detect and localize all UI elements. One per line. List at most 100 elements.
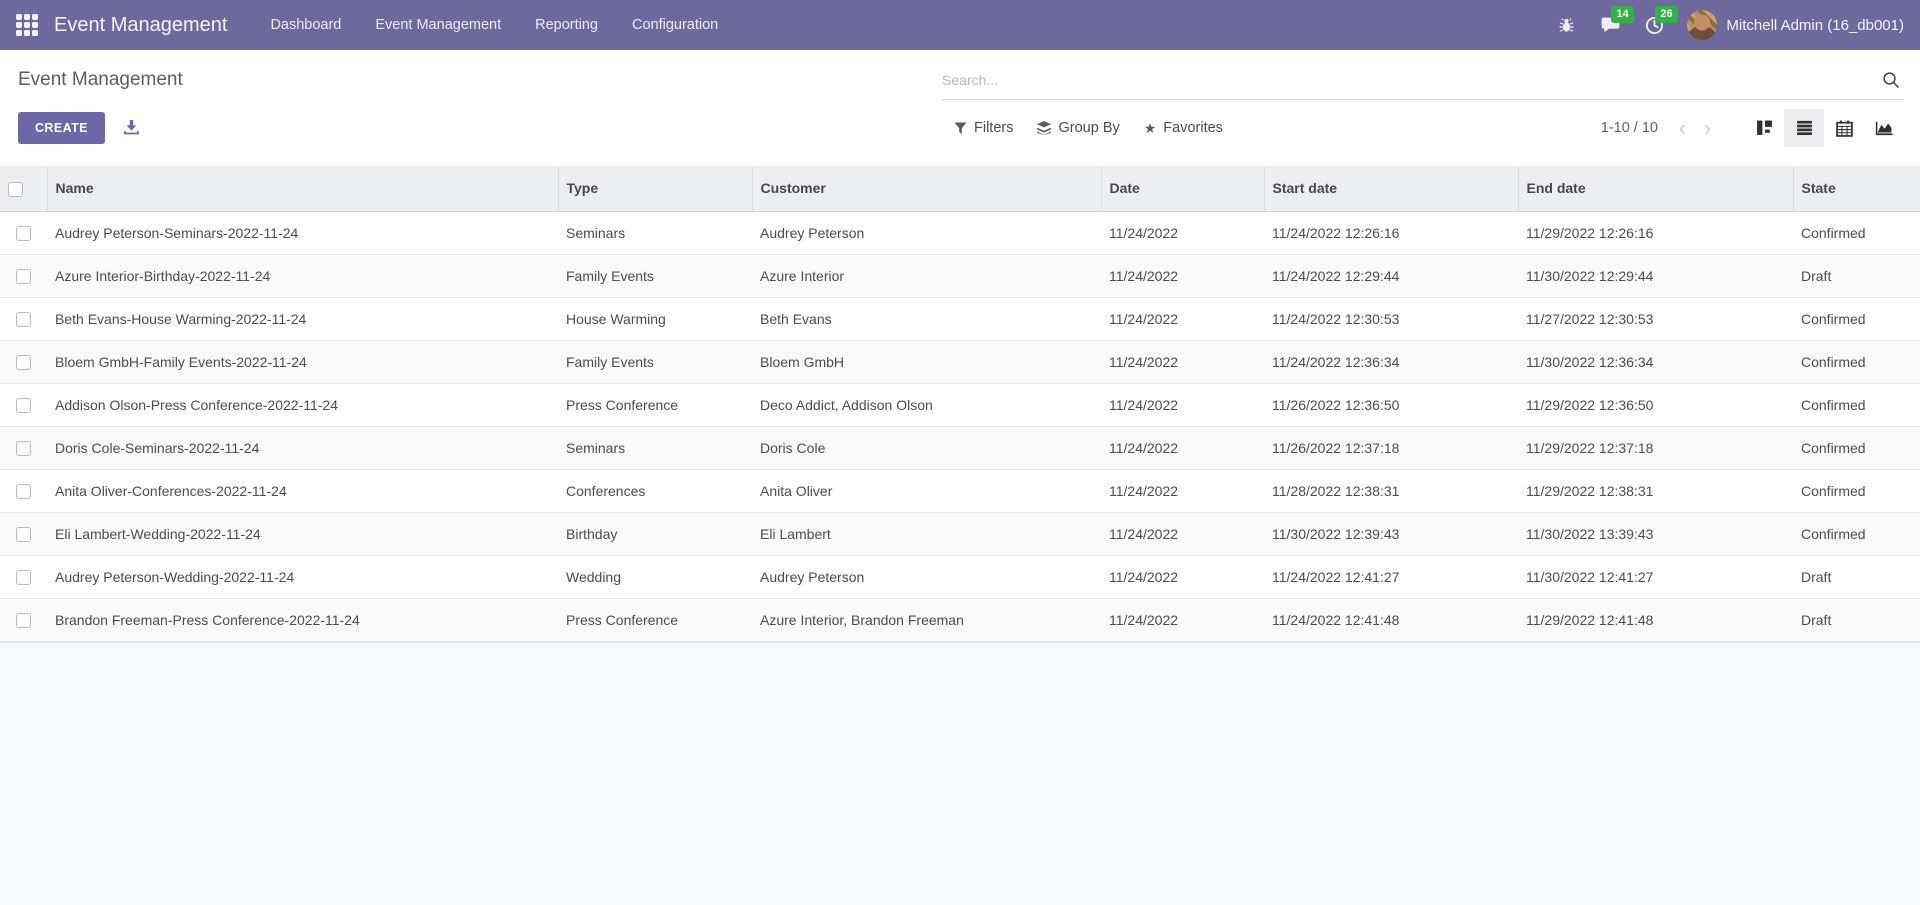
row-select-cell[interactable] xyxy=(0,426,47,469)
table-row[interactable]: Addison Olson-Press Conference-2022-11-2… xyxy=(0,383,1920,426)
cell-name[interactable]: Eli Lambert-Wedding-2022-11-24 xyxy=(47,512,558,555)
column-header-end-date[interactable]: End date xyxy=(1518,166,1793,211)
cell-state[interactable]: Draft xyxy=(1793,598,1920,641)
cell-end-date[interactable]: 11/30/2022 12:36:34 xyxy=(1518,340,1793,383)
cell-customer[interactable]: Anita Oliver xyxy=(752,469,1101,512)
cell-start-date[interactable]: 11/24/2022 12:41:27 xyxy=(1264,555,1518,598)
cell-type[interactable]: House Warming xyxy=(558,297,752,340)
cell-date[interactable]: 11/24/2022 xyxy=(1101,297,1264,340)
export-download-icon[interactable] xyxy=(119,116,144,140)
cell-end-date[interactable]: 11/29/2022 12:41:48 xyxy=(1518,598,1793,641)
cell-name[interactable]: Azure Interior-Birthday-2022-11-24 xyxy=(47,254,558,297)
cell-customer[interactable]: Eli Lambert xyxy=(752,512,1101,555)
cell-end-date[interactable]: 11/27/2022 12:30:53 xyxy=(1518,297,1793,340)
table-row[interactable]: Bloem GmbH-Family Events-2022-11-24 Fami… xyxy=(0,340,1920,383)
cell-name[interactable]: Brandon Freeman-Press Conference-2022-11… xyxy=(47,598,558,641)
cell-type[interactable]: Seminars xyxy=(558,426,752,469)
select-all-checkbox[interactable] xyxy=(8,182,23,197)
menu-event-management[interactable]: Event Management xyxy=(358,0,518,50)
column-header-customer[interactable]: Customer xyxy=(752,166,1101,211)
cell-state[interactable]: Confirmed xyxy=(1793,211,1920,254)
cell-state[interactable]: Confirmed xyxy=(1793,297,1920,340)
cell-start-date[interactable]: 11/26/2022 12:37:18 xyxy=(1264,426,1518,469)
cell-date[interactable]: 11/24/2022 xyxy=(1101,512,1264,555)
cell-name[interactable]: Audrey Peterson-Wedding-2022-11-24 xyxy=(47,555,558,598)
column-header-start-date[interactable]: Start date xyxy=(1264,166,1518,211)
row-checkbox[interactable] xyxy=(16,226,31,241)
row-checkbox[interactable] xyxy=(16,398,31,413)
row-checkbox[interactable] xyxy=(16,269,31,284)
cell-name[interactable]: Bloem GmbH-Family Events-2022-11-24 xyxy=(47,340,558,383)
cell-name[interactable]: Anita Oliver-Conferences-2022-11-24 xyxy=(47,469,558,512)
cell-start-date[interactable]: 11/24/2022 12:41:48 xyxy=(1264,598,1518,641)
cell-end-date[interactable]: 11/29/2022 12:36:50 xyxy=(1518,383,1793,426)
cell-end-date[interactable]: 11/29/2022 12:37:18 xyxy=(1518,426,1793,469)
cell-customer[interactable]: Doris Cole xyxy=(752,426,1101,469)
table-row[interactable]: Audrey Peterson-Wedding-2022-11-24 Weddi… xyxy=(0,555,1920,598)
cell-name[interactable]: Addison Olson-Press Conference-2022-11-2… xyxy=(47,383,558,426)
table-row[interactable]: Doris Cole-Seminars-2022-11-24 Seminars … xyxy=(0,426,1920,469)
menu-dashboard[interactable]: Dashboard xyxy=(253,0,358,50)
calendar-view-icon[interactable] xyxy=(1824,109,1864,147)
app-brand[interactable]: Event Management xyxy=(54,14,227,37)
cell-state[interactable]: Confirmed xyxy=(1793,340,1920,383)
row-select-cell[interactable] xyxy=(0,254,47,297)
cell-end-date[interactable]: 11/29/2022 12:38:31 xyxy=(1518,469,1793,512)
cell-date[interactable]: 11/24/2022 xyxy=(1101,469,1264,512)
cell-type[interactable]: Wedding xyxy=(558,555,752,598)
cell-date[interactable]: 11/24/2022 xyxy=(1101,598,1264,641)
table-row[interactable]: Azure Interior-Birthday-2022-11-24 Famil… xyxy=(0,254,1920,297)
debug-bug-icon[interactable] xyxy=(1547,0,1585,50)
group-by-button[interactable]: Group By xyxy=(1025,114,1131,142)
column-header-type[interactable]: Type xyxy=(558,166,752,211)
user-menu[interactable]: Mitchell Admin (16_db001) xyxy=(1687,10,1904,40)
cell-customer[interactable]: Azure Interior, Brandon Freeman xyxy=(752,598,1101,641)
list-view-icon[interactable] xyxy=(1784,109,1824,147)
row-select-cell[interactable] xyxy=(0,512,47,555)
table-row[interactable]: Audrey Peterson-Seminars-2022-11-24 Semi… xyxy=(0,211,1920,254)
apps-menu-icon[interactable] xyxy=(14,12,40,38)
cell-start-date[interactable]: 11/24/2022 12:36:34 xyxy=(1264,340,1518,383)
cell-date[interactable]: 11/24/2022 xyxy=(1101,426,1264,469)
row-checkbox[interactable] xyxy=(16,355,31,370)
table-row[interactable]: Brandon Freeman-Press Conference-2022-11… xyxy=(0,598,1920,641)
row-checkbox[interactable] xyxy=(16,312,31,327)
graph-view-icon[interactable] xyxy=(1864,109,1904,147)
cell-type[interactable]: Press Conference xyxy=(558,383,752,426)
cell-state[interactable]: Draft xyxy=(1793,254,1920,297)
menu-reporting[interactable]: Reporting xyxy=(518,0,615,50)
pager-next-icon[interactable]: › xyxy=(1697,116,1718,141)
cell-start-date[interactable]: 11/30/2022 12:39:43 xyxy=(1264,512,1518,555)
row-select-cell[interactable] xyxy=(0,297,47,340)
cell-customer[interactable]: Azure Interior xyxy=(752,254,1101,297)
cell-end-date[interactable]: 11/29/2022 12:26:16 xyxy=(1518,211,1793,254)
cell-type[interactable]: Birthday xyxy=(558,512,752,555)
cell-customer[interactable]: Audrey Peterson xyxy=(752,211,1101,254)
cell-state[interactable]: Confirmed xyxy=(1793,426,1920,469)
cell-state[interactable]: Confirmed xyxy=(1793,383,1920,426)
table-row[interactable]: Eli Lambert-Wedding-2022-11-24 Birthday … xyxy=(0,512,1920,555)
column-header-name[interactable]: Name xyxy=(47,166,558,211)
row-checkbox[interactable] xyxy=(16,570,31,585)
messages-icon[interactable]: 14 xyxy=(1591,0,1629,50)
cell-date[interactable]: 11/24/2022 xyxy=(1101,555,1264,598)
cell-name[interactable]: Doris Cole-Seminars-2022-11-24 xyxy=(47,426,558,469)
cell-date[interactable]: 11/24/2022 xyxy=(1101,383,1264,426)
cell-end-date[interactable]: 11/30/2022 13:39:43 xyxy=(1518,512,1793,555)
cell-date[interactable]: 11/24/2022 xyxy=(1101,211,1264,254)
cell-date[interactable]: 11/24/2022 xyxy=(1101,340,1264,383)
row-select-cell[interactable] xyxy=(0,340,47,383)
cell-type[interactable]: Family Events xyxy=(558,340,752,383)
cell-state[interactable]: Confirmed xyxy=(1793,512,1920,555)
cell-type[interactable]: Seminars xyxy=(558,211,752,254)
cell-customer[interactable]: Audrey Peterson xyxy=(752,555,1101,598)
row-checkbox[interactable] xyxy=(16,613,31,628)
cell-state[interactable]: Draft xyxy=(1793,555,1920,598)
cell-start-date[interactable]: 11/28/2022 12:38:31 xyxy=(1264,469,1518,512)
cell-end-date[interactable]: 11/30/2022 12:41:27 xyxy=(1518,555,1793,598)
menu-configuration[interactable]: Configuration xyxy=(615,0,735,50)
row-select-cell[interactable] xyxy=(0,469,47,512)
cell-start-date[interactable]: 11/24/2022 12:26:16 xyxy=(1264,211,1518,254)
row-select-cell[interactable] xyxy=(0,598,47,641)
cell-type[interactable]: Press Conference xyxy=(558,598,752,641)
